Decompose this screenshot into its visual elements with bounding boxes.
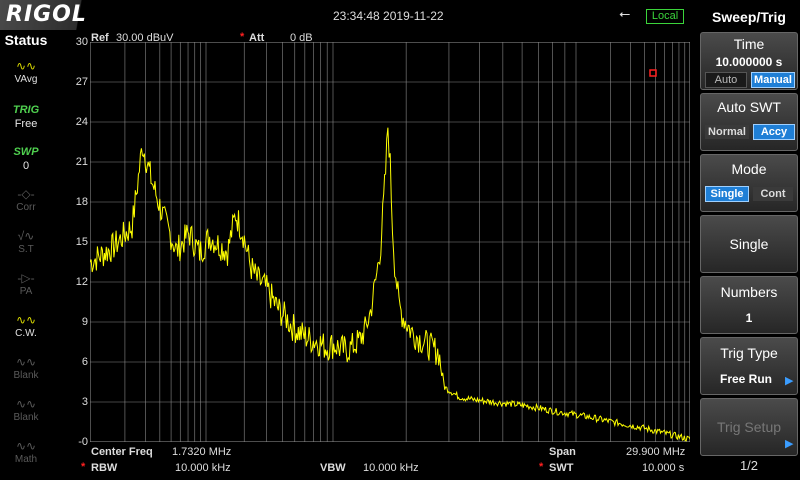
mode-cont-option[interactable]: Cont	[753, 187, 793, 201]
auto-swt-accy-option[interactable]: Accy	[753, 124, 795, 140]
status-vavg[interactable]: ∿∿ VAvg	[4, 58, 48, 96]
y-tick-label: 15	[75, 236, 88, 248]
status-blank-1[interactable]: ∿∿ Blank	[4, 354, 48, 392]
numbers-button[interactable]: Numbers 1	[700, 276, 798, 334]
center-freq-value: 1.7320 MHz	[172, 446, 232, 458]
mode-button[interactable]: Mode Single Cont	[700, 154, 798, 212]
pa-icon: -▷-	[17, 271, 35, 285]
datetime: 23:34:48 2019-11-22	[333, 9, 444, 23]
status-title: Status	[4, 32, 48, 48]
swt-label: SWT	[549, 462, 574, 474]
cw-icon: ∿∿	[15, 313, 37, 327]
y-tick-label: 27	[75, 76, 88, 88]
y-tick-label: 3	[81, 396, 88, 408]
corr-icon: -◇-	[17, 187, 35, 201]
numbers-value: 1	[745, 311, 753, 325]
status-trig[interactable]: TRIG Free	[4, 102, 48, 140]
vavg-icon: ∿∿	[15, 59, 37, 73]
chevron-right-icon: ▶	[785, 375, 794, 387]
time-auto-option[interactable]: Auto	[705, 72, 747, 88]
usb-icon: ⭠	[619, 5, 631, 21]
y-tick-label: 24	[75, 116, 88, 128]
center-freq-label: Center Freq	[91, 446, 153, 458]
swt-marker-icon: *	[539, 461, 544, 473]
spectrum-plot[interactable]	[90, 42, 690, 442]
trig-type-value: Free Run	[719, 372, 772, 386]
brand-logo: RIGOL	[6, 2, 87, 27]
local-status-badge: Local	[646, 9, 684, 24]
st-icon: √∿	[17, 229, 35, 243]
trig-type-button[interactable]: Trig Type Free Run ▶	[700, 337, 798, 395]
vbw-value: 10.000 kHz	[363, 462, 419, 474]
y-tick-label: 6	[81, 356, 88, 368]
y-tick-label: 12	[75, 276, 88, 288]
blank-icon: ∿∿	[15, 397, 37, 411]
single-sweep-button[interactable]: Single	[700, 215, 798, 273]
soft-menu: Sweep/Trig Time 10.000000 s Auto Manual …	[698, 0, 800, 480]
rbw-value: 10.000 kHz	[175, 462, 231, 474]
time-button[interactable]: Time 10.000000 s Auto Manual	[700, 32, 798, 90]
swp-tag: SWP	[13, 146, 39, 158]
span-label: Span	[549, 446, 576, 458]
y-tick-label: -0	[78, 436, 88, 448]
auto-swt-button[interactable]: Auto SWT Normal Accy	[700, 93, 798, 151]
top-bar: RIGOL 23:34:48 2019-11-22 ⭠ Local	[0, 0, 800, 30]
y-tick-label: 9	[81, 316, 88, 328]
status-corr[interactable]: -◇- Corr	[4, 186, 48, 224]
vbw-label: VBW	[320, 462, 346, 474]
swt-value: 10.000 s	[642, 462, 685, 474]
status-blank-2[interactable]: ∿∿ Blank	[4, 396, 48, 434]
time-value: 10.000000 s	[715, 55, 783, 69]
trig-tag: TRIG	[12, 104, 40, 116]
status-cw[interactable]: ∿∿ C.W.	[4, 312, 48, 350]
auto-swt-normal-option[interactable]: Normal	[705, 125, 749, 139]
mode-single-option[interactable]: Single	[705, 186, 749, 202]
status-st[interactable]: √∿ S.T	[4, 228, 48, 266]
rbw-marker-icon: *	[81, 461, 86, 473]
status-panel: ∿∿ VAvg TRIG Free SWP 0 -◇- Corr √∿ S.T …	[0, 50, 52, 480]
span-value: 29.900 MHz	[626, 446, 686, 458]
status-swp[interactable]: SWP 0	[4, 144, 48, 182]
menu-page-indicator[interactable]: 1/2	[698, 458, 800, 473]
trig-setup-button[interactable]: Trig Setup ▶	[700, 398, 798, 456]
status-pa[interactable]: -▷- PA	[4, 270, 48, 308]
menu-title: Sweep/Trig	[712, 9, 786, 25]
status-math[interactable]: ∿∿ Math	[4, 438, 48, 476]
time-manual-option[interactable]: Manual	[751, 72, 795, 88]
y-tick-label: 21	[75, 156, 88, 168]
math-icon: ∿∿	[15, 439, 37, 453]
y-tick-label: 30	[75, 36, 88, 48]
chevron-right-icon: ▶	[785, 438, 794, 450]
rbw-label: RBW	[91, 462, 118, 474]
y-tick-label: 18	[75, 196, 88, 208]
blank-icon: ∿∿	[15, 355, 37, 369]
